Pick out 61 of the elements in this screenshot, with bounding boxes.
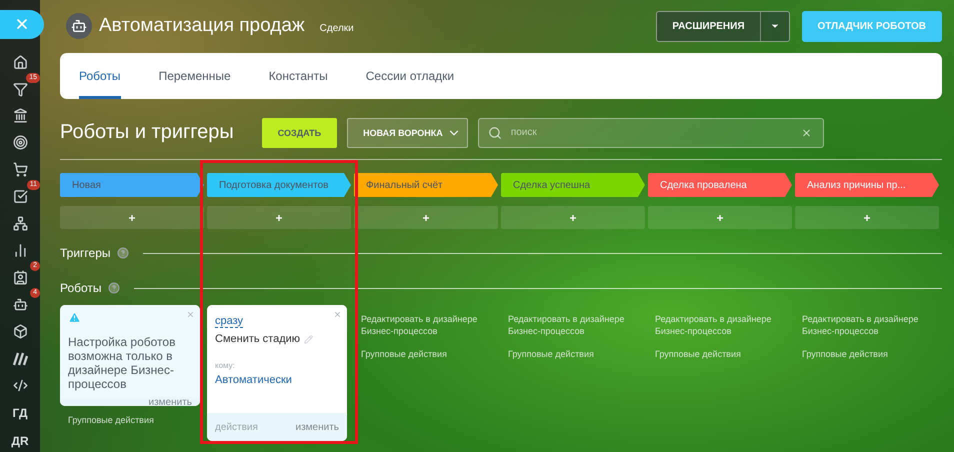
checkbox-icon[interactable] <box>12 189 28 204</box>
stage-label[interactable]: Новая <box>60 173 204 197</box>
sidebar-item[interactable]: ДR <box>11 430 29 452</box>
page-title: Автоматизация продаж <box>99 15 305 37</box>
edit-in-designer-link[interactable]: Редактировать в дизайнере Бизнес-процессов <box>361 313 494 337</box>
recipient-link[interactable]: Автоматически <box>215 374 339 386</box>
add-trigger-button[interactable]: + <box>648 206 792 229</box>
add-trigger-button[interactable]: + <box>354 206 498 229</box>
stripes-logo-icon[interactable] <box>12 352 28 366</box>
stage-label[interactable]: Финальный счёт <box>354 173 498 197</box>
code-icon[interactable] <box>12 378 28 393</box>
group-actions-link[interactable]: Групповые действия <box>361 348 494 360</box>
stage-label[interactable]: Сделка успешна <box>501 173 645 197</box>
warning-text: Настройка роботов возможна только в дизайнере Бизнес-процессов <box>68 335 176 391</box>
stage-label[interactable]: Анализ причины пр... <box>795 173 939 197</box>
extensions-button[interactable]: РАСШИРЕНИЯ <box>657 12 761 40</box>
tab[interactable]: Константы <box>268 53 328 99</box>
box-icon[interactable] <box>12 324 28 340</box>
group-actions-link[interactable]: Групповые действия <box>68 414 200 426</box>
stage-label[interactable]: Подготовка документов <box>207 173 351 197</box>
actions-link[interactable]: действия <box>215 422 258 432</box>
delay-link[interactable]: сразу <box>215 315 244 328</box>
sidebar-item[interactable]: ГД <box>12 402 28 424</box>
home-icon[interactable] <box>12 54 28 70</box>
recipient-label: кому: <box>215 361 236 370</box>
edit-in-designer-link[interactable]: Редактировать в дизайнере Бизнес-процессов <box>802 313 935 337</box>
add-trigger-button[interactable]: + <box>501 206 645 229</box>
section-title: Триггеры <box>60 246 110 260</box>
section-heading: Роботы и триггеры <box>60 121 234 144</box>
warning-icon <box>68 311 81 324</box>
contact-card-icon[interactable] <box>12 270 28 286</box>
target-icon[interactable] <box>12 135 28 150</box>
funnel-icon[interactable] <box>12 82 28 96</box>
network-icon[interactable] <box>12 216 28 232</box>
close-button[interactable] <box>0 10 44 39</box>
robot-icon[interactable] <box>12 297 28 312</box>
tab[interactable]: Переменные <box>158 53 231 99</box>
edit-link[interactable]: изменить <box>295 422 339 432</box>
bar-chart-icon[interactable] <box>12 243 28 258</box>
group-actions-link[interactable]: Групповые действия <box>655 348 788 360</box>
cart-icon[interactable] <box>12 162 28 178</box>
robot-debugger-button[interactable]: ОТЛАДЧИК РОБОТОВ <box>802 10 942 42</box>
robot-name: Сменить стадию <box>215 333 300 345</box>
search-icon <box>488 126 502 140</box>
create-button[interactable]: СОЗДАТЬ <box>262 118 338 148</box>
funnel-dropdown[interactable]: НОВАЯ ВОРОНКА <box>347 118 468 148</box>
tab[interactable]: Сессии отладки <box>366 53 454 99</box>
bank-icon[interactable] <box>12 108 28 124</box>
edit-in-designer-link[interactable]: Редактировать в дизайнере Бизнес-процессов <box>655 313 788 337</box>
robot-logo-icon <box>66 13 92 39</box>
section-title: Роботы <box>60 281 102 295</box>
group-actions-link[interactable]: Групповые действия <box>508 348 641 360</box>
stage-label[interactable]: Сделка провалена <box>648 173 792 197</box>
add-trigger-button[interactable]: + <box>795 206 939 229</box>
group-actions-link[interactable]: Групповые действия <box>802 348 935 360</box>
add-trigger-button[interactable]: + <box>207 206 351 229</box>
page-subtitle: Сделки <box>320 22 354 34</box>
clear-icon[interactable] <box>800 127 812 138</box>
tab[interactable]: Роботы <box>79 53 121 99</box>
edit-in-designer-link[interactable]: Редактировать в дизайнере Бизнес-процессов <box>508 313 641 337</box>
add-trigger-button[interactable]: + <box>60 206 204 229</box>
